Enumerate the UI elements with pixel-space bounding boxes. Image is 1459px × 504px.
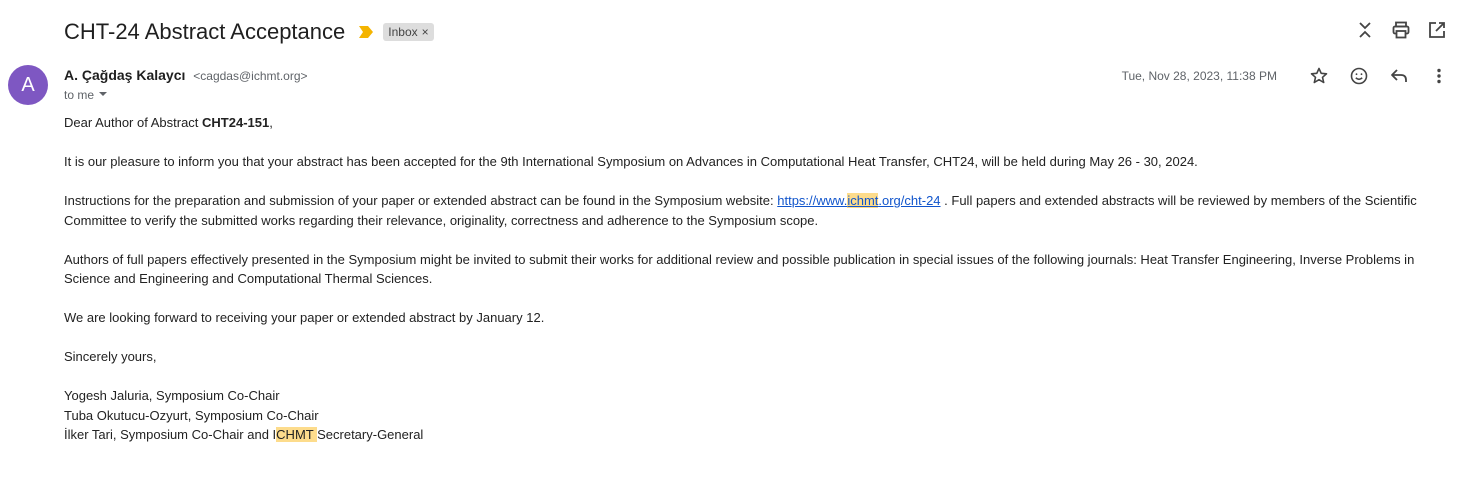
email-body: Dear Author of Abstract CHT24-151, It is… — [64, 113, 1434, 445]
signature: Yogesh Jaluria, Symposium Co-Chair Tuba … — [64, 386, 1434, 445]
inbox-label-chip: Inbox × — [383, 23, 434, 41]
symposium-website-link[interactable]: https://www.ichmt.org/cht-24 — [777, 193, 941, 208]
sender-row: A. Çağdaş Kalaycı <cagdas@ichmt.org> — [64, 67, 308, 83]
chevron-down-icon — [98, 88, 108, 102]
avatar: A — [8, 65, 48, 105]
inbox-label-text: Inbox — [388, 25, 418, 39]
message-date: Tue, Nov 28, 2023, 11:38 PM — [1121, 69, 1277, 83]
important-marker-icon[interactable] — [359, 26, 374, 38]
collapse-all-icon[interactable] — [1353, 18, 1377, 42]
star-icon[interactable] — [1307, 64, 1331, 88]
greeting: Dear Author of Abstract CHT24-151, — [64, 115, 273, 130]
signature-line-2: Tuba Okutucu-Ozyurt, Symposium Co-Chair — [64, 407, 319, 423]
print-icon[interactable] — [1389, 18, 1413, 42]
abstract-id: CHT24-151 — [202, 115, 270, 130]
subject-row: CHT-24 Abstract Acceptance Inbox × — [64, 16, 434, 48]
instructions-paragraph: Instructions for the preparation and sub… — [64, 193, 1417, 228]
message-actions: Tue, Nov 28, 2023, 11:38 PM — [1122, 64, 1451, 88]
signature-line-3: İlker Tari, Symposium Co-Chair and ICHMT… — [64, 427, 424, 442]
acceptance-paragraph: It is our pleasure to inform you that yo… — [64, 154, 1198, 169]
closing: Sincerely yours, — [64, 349, 157, 364]
recipients-toggle[interactable]: to me — [64, 88, 108, 102]
email-subject: CHT-24 Abstract Acceptance — [64, 19, 346, 44]
more-vert-icon[interactable] — [1427, 64, 1451, 88]
to-me-label: to me — [64, 88, 95, 102]
sender-name: A. Çağdaş Kalaycı — [64, 67, 186, 83]
open-new-window-icon[interactable] — [1425, 18, 1449, 42]
reply-icon[interactable] — [1387, 64, 1411, 88]
deadline-paragraph: We are looking forward to receiving your… — [64, 310, 545, 325]
remove-label-icon[interactable]: × — [422, 25, 429, 39]
emoji-icon[interactable] — [1347, 64, 1371, 88]
signature-line-1: Yogesh Jaluria, Symposium Co-Chair — [64, 388, 280, 403]
sender-email: <cagdas@ichmt.org> — [193, 69, 308, 83]
thread-actions — [1353, 18, 1449, 42]
journals-paragraph: Authors of full papers effectively prese… — [64, 251, 1415, 287]
